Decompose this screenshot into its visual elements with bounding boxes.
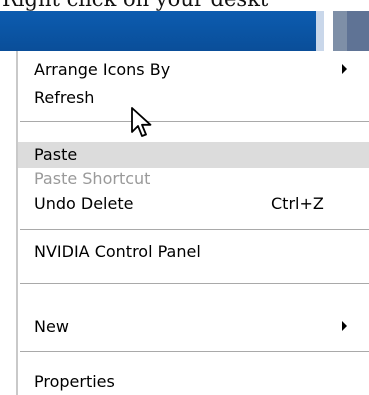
submenu-arrow-icon: [342, 64, 347, 74]
menu-item-label: Properties: [34, 372, 115, 391]
menu-item-label: Refresh: [34, 88, 95, 107]
menu-item-paste-shortcut: Paste Shortcut: [18, 166, 369, 192]
menu-item-label: NVIDIA Control Panel: [34, 242, 201, 261]
taskbar-tray-edge: [333, 11, 347, 51]
arrow-cursor-icon: [131, 107, 152, 137]
menu-item-label: Arrange Icons By: [34, 60, 171, 79]
menu-item-refresh[interactable]: Refresh: [18, 85, 369, 111]
menu-item-nvidia-control-panel[interactable]: NVIDIA Control Panel: [18, 239, 369, 265]
menu-item-label: New: [34, 317, 69, 336]
menu-item-label: Paste Shortcut: [34, 169, 151, 188]
menu-item-undo-delete[interactable]: Undo Delete Ctrl+Z: [18, 191, 369, 217]
submenu-arrow-icon: [342, 321, 347, 331]
menu-item-label: Undo Delete: [34, 194, 134, 213]
menu-separator: [20, 229, 369, 231]
taskbar-strip: [0, 11, 369, 51]
taskbar-separator: [316, 11, 324, 51]
menu-separator: [20, 283, 369, 285]
menu-item-new[interactable]: New: [18, 314, 369, 340]
menu-item-arrange-icons-by[interactable]: Arrange Icons By: [18, 57, 369, 83]
menu-item-paste[interactable]: Paste: [18, 142, 369, 168]
taskbar-tray: [347, 11, 369, 51]
menu-separator: [20, 121, 369, 123]
taskbar-separator: [324, 11, 333, 51]
menu-item-properties[interactable]: Properties: [18, 369, 369, 395]
context-menu: Arrange Icons By Refresh Paste Paste Sho…: [16, 51, 369, 395]
menu-item-shortcut: Ctrl+Z: [271, 194, 324, 213]
menu-separator: [20, 351, 369, 353]
menu-item-label: Paste: [34, 145, 78, 164]
